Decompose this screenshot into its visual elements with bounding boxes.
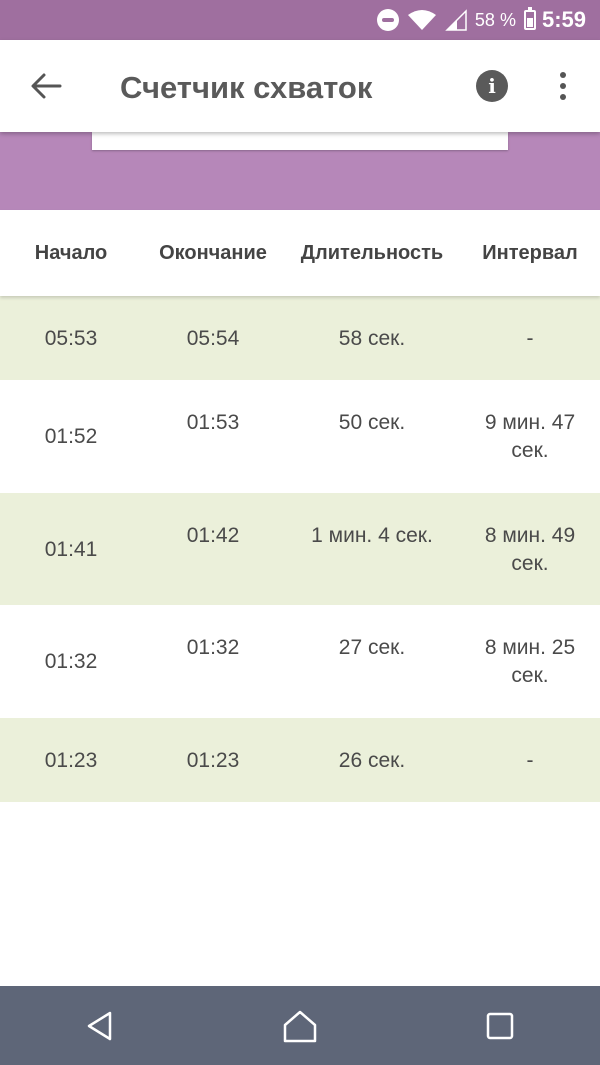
cell-duration: 26 сек. xyxy=(338,749,406,772)
cell-start: 05:53 xyxy=(44,327,98,350)
cell-duration: 50 сек. xyxy=(338,411,406,434)
cell-start: 01:32 xyxy=(44,650,98,673)
cell-end: 01:32 xyxy=(186,636,240,659)
summary-card xyxy=(92,132,508,150)
table-row[interactable]: 01:23 01:23 26 сек. - xyxy=(0,718,600,802)
cell-duration: 1 мин. 4 сек. xyxy=(311,524,433,547)
more-options-icon[interactable] xyxy=(548,66,578,106)
wifi-icon xyxy=(407,9,437,31)
table-row[interactable]: 05:53 05:54 58 сек. - xyxy=(0,296,600,380)
column-header-duration: Длительность xyxy=(300,241,444,264)
cell-interval: - xyxy=(526,327,534,350)
app-bar: Счетчик схваток i xyxy=(0,40,600,132)
cell-start: 01:52 xyxy=(44,425,98,448)
cell-start: 01:23 xyxy=(44,749,98,772)
nav-back-button[interactable] xyxy=(70,996,130,1056)
home-icon xyxy=(283,1010,317,1042)
system-nav-bar xyxy=(0,986,600,1065)
column-header-interval: Интервал xyxy=(482,241,578,264)
clock-time: 5:59 xyxy=(541,7,586,32)
table-header: Начало Окончание Длительность Интервал xyxy=(0,210,600,296)
info-icon[interactable]: i xyxy=(476,70,508,102)
cell-interval: 9 мин. 47 сек. xyxy=(484,411,576,462)
cell-duration: 27 сек. xyxy=(338,636,406,659)
battery-icon xyxy=(523,7,536,30)
cell-end: 05:54 xyxy=(186,327,240,350)
square-recents-icon xyxy=(486,1012,514,1039)
cell-duration: 58 сек. xyxy=(338,327,406,350)
cell-start: 01:41 xyxy=(44,538,98,561)
cell-end: 01:53 xyxy=(186,411,240,434)
table-row[interactable]: 01:32 01:32 27 сек. 8 мин. 25 сек. xyxy=(0,605,600,718)
triangle-back-icon xyxy=(87,1011,112,1040)
cell-end: 01:42 xyxy=(186,524,240,547)
contractions-table: 05:53 05:54 58 сек. - 01:52 01:53 50 сек… xyxy=(0,296,600,802)
nav-home-button[interactable] xyxy=(270,996,330,1056)
back-button[interactable] xyxy=(24,64,68,108)
battery-percent: 58 % xyxy=(474,9,516,30)
table-row[interactable]: 01:41 01:42 1 мин. 4 сек. 8 мин. 49 сек. xyxy=(0,493,600,605)
signal-icon xyxy=(445,9,467,31)
cell-end: 01:23 xyxy=(186,749,240,772)
page-title: Счетчик схваток xyxy=(120,70,373,105)
column-header-start: Начало xyxy=(34,241,108,264)
do-not-disturb-icon xyxy=(376,9,399,31)
status-bar: 58 % 5:59 xyxy=(0,0,600,40)
nav-recents-button[interactable] xyxy=(470,996,530,1056)
cell-interval: 8 мин. 49 сек. xyxy=(484,524,576,575)
table-row[interactable]: 01:52 01:53 50 сек. 9 мин. 47 сек. xyxy=(0,380,600,493)
arrow-left-icon xyxy=(31,73,62,99)
column-header-end: Окончание xyxy=(159,241,267,264)
cell-interval: - xyxy=(526,749,534,772)
cell-interval: 8 мин. 25 сек. xyxy=(484,636,576,687)
